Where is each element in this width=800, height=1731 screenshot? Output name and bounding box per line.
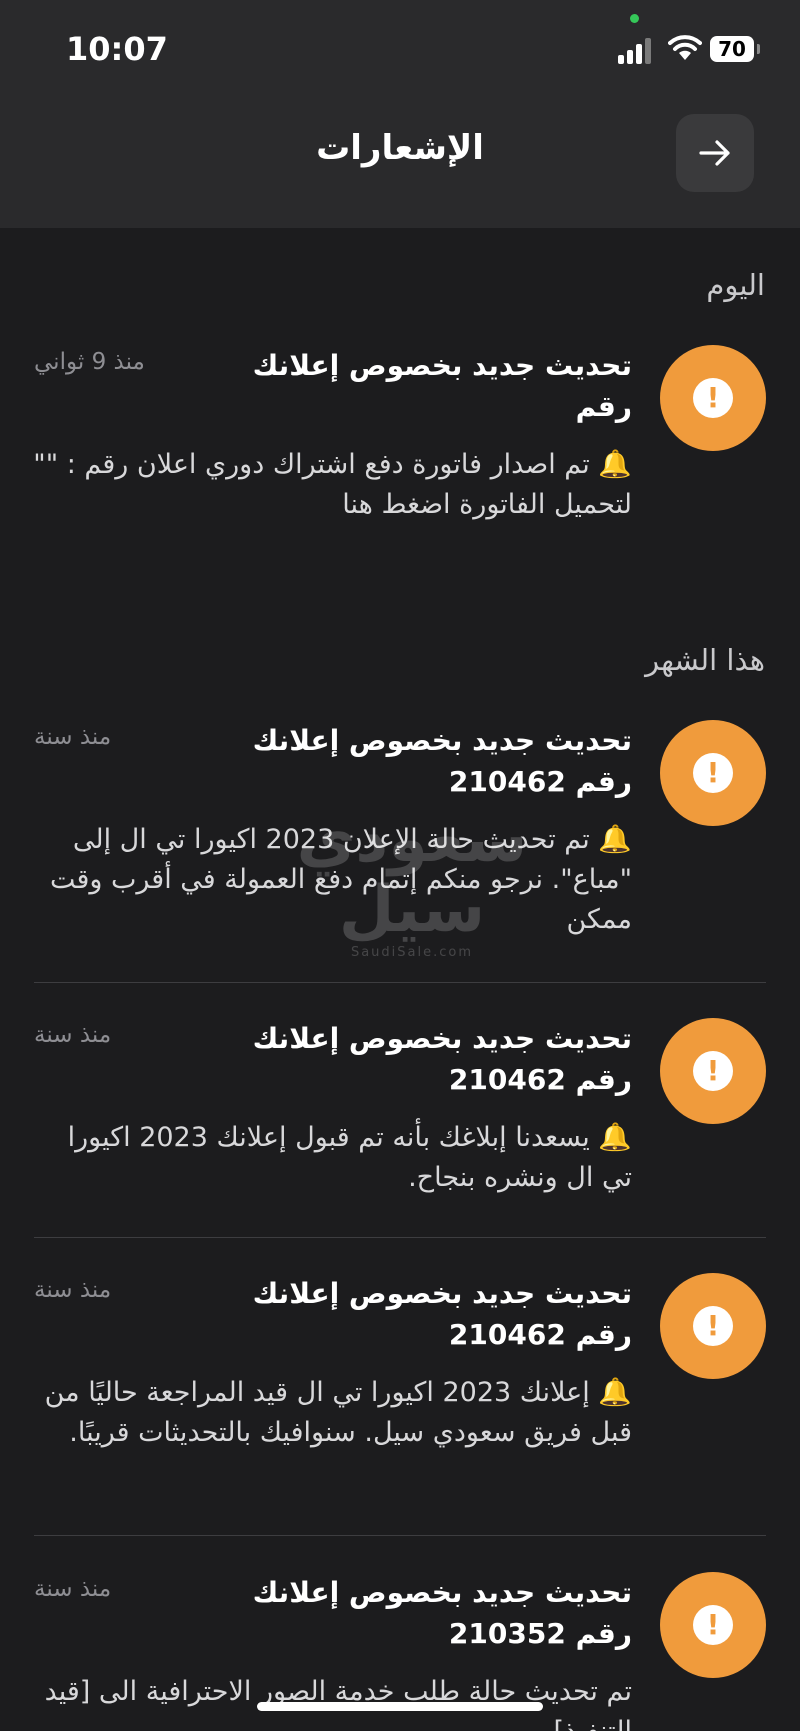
notification-time: منذ سنة (34, 1576, 112, 1602)
section-label-this-month: هذا الشهر (645, 643, 765, 677)
exclamation-icon: ! (693, 753, 733, 793)
exclamation-icon: ! (693, 378, 733, 418)
notification-title: تحديث جديد بخصوص إعلانك رقم (252, 349, 632, 423)
battery-icon: 70 (710, 36, 760, 62)
alert-badge: ! (660, 345, 766, 451)
notification-body: 🔔 تم اصدار فاتورة دفع اشتراك دوري اعلان … (33, 449, 632, 520)
exclamation-icon: ! (693, 1605, 733, 1645)
notification-title: تحديث جديد بخصوص إعلانك رقم 210352 (252, 1576, 632, 1650)
notification-body: 🔔 يسعدنا إبلاغك بأنه تم قبول إعلانك 2023… (67, 1122, 632, 1193)
alert-badge: ! (660, 1572, 766, 1678)
notification-time: منذ 9 ثواني (34, 349, 145, 375)
back-button[interactable] (676, 114, 754, 192)
cellular-signal-icon (618, 36, 656, 64)
notification-time: منذ سنة (34, 1277, 112, 1303)
notification-time: منذ سنة (34, 1022, 112, 1048)
alert-badge: ! (660, 1018, 766, 1124)
status-time: 10:07 (66, 30, 168, 68)
divider (34, 1535, 766, 1536)
notification-title: تحديث جديد بخصوص إعلانك رقم 210462 (252, 724, 632, 798)
watermark-logo: سعودي سيل SaudiSale.com (296, 803, 528, 960)
camera-indicator-icon (630, 14, 639, 23)
divider (34, 982, 766, 983)
section-label-today: اليوم (706, 268, 765, 302)
home-indicator[interactable] (257, 1702, 543, 1711)
alert-badge: ! (660, 1273, 766, 1379)
notification-body: 🔔 إعلانك 2023 اكيورا تي ال قيد المراجعة … (44, 1377, 632, 1448)
notification-title: تحديث جديد بخصوص إعلانك رقم 210462 (252, 1277, 632, 1351)
exclamation-icon: ! (693, 1051, 733, 1091)
alert-badge: ! (660, 720, 766, 826)
notification-title: تحديث جديد بخصوص إعلانك رقم 210462 (252, 1022, 632, 1096)
wifi-icon (668, 35, 702, 60)
exclamation-icon: ! (693, 1306, 733, 1346)
divider (34, 1237, 766, 1238)
header: الإشعارات (0, 100, 800, 228)
notification-time: منذ سنة (34, 724, 112, 750)
status-bar: 10:07 70 (0, 0, 800, 100)
arrow-right-icon (699, 140, 730, 166)
